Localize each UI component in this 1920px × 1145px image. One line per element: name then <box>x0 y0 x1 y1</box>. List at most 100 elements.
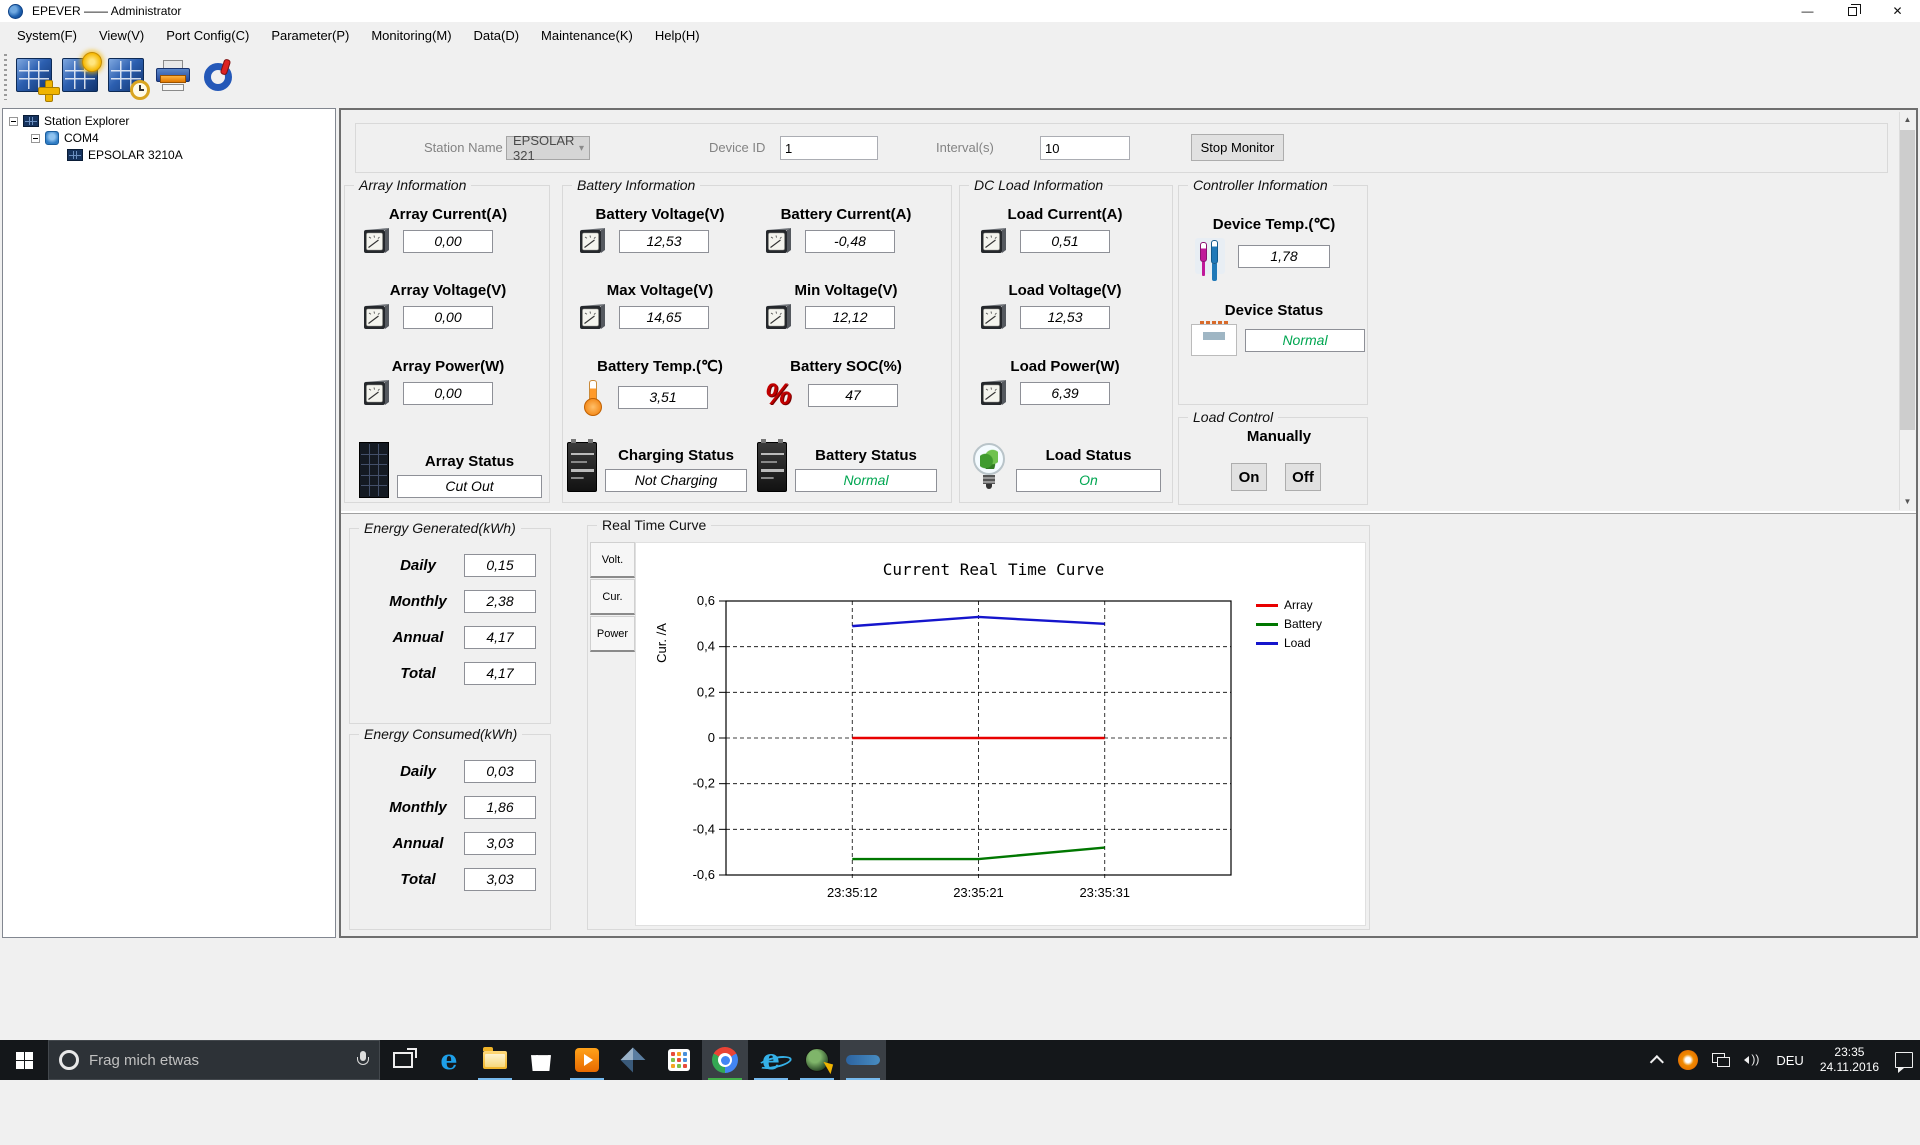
tree-item-epsolar-3210a[interactable]: EPSOLAR 3210A <box>67 147 183 163</box>
station-name-label: Station Name <box>424 140 503 155</box>
internet-explorer-icon: e <box>762 1043 780 1076</box>
menu-parameter[interactable]: Parameter(P) <box>260 24 360 47</box>
folder-icon <box>483 1047 507 1069</box>
tab-volt[interactable]: Volt. <box>590 542 635 578</box>
collapse-icon[interactable] <box>31 133 40 143</box>
tree-item-com4[interactable]: COM4 <box>31 130 99 146</box>
app-grid-icon <box>668 1049 690 1071</box>
tree-label: COM4 <box>64 131 99 145</box>
menu-help[interactable]: Help(H) <box>644 24 711 47</box>
taskbar-chrome[interactable] <box>702 1040 748 1080</box>
restore-button[interactable] <box>1830 0 1875 22</box>
annual-label: Annual <box>392 834 444 852</box>
window-title: EPEVER —— Administrator <box>32 4 182 18</box>
scrollbar-thumb[interactable] <box>1900 130 1915 430</box>
collapse-icon[interactable] <box>9 116 18 126</box>
load-power-value: 6,39 <box>1020 382 1110 405</box>
svg-text:23:35:21: 23:35:21 <box>953 885 1004 900</box>
device-icon <box>67 149 83 161</box>
menu-maintenance[interactable]: Maintenance(K) <box>530 24 644 47</box>
taskbar-file-explorer[interactable] <box>472 1040 518 1080</box>
minimize-button[interactable]: — <box>1785 0 1830 22</box>
load-off-button[interactable]: Off <box>1285 463 1321 491</box>
station-monitor-icon[interactable] <box>60 52 104 100</box>
tray-clock[interactable]: 23:35 24.11.2016 <box>1811 1045 1888 1075</box>
task-view-button[interactable] <box>380 1040 426 1080</box>
tray-date: 24.11.2016 <box>1819 1060 1879 1074</box>
percent-icon: % <box>765 378 792 411</box>
taskbar-edge[interactable]: e <box>426 1040 472 1080</box>
start-button[interactable] <box>0 1040 48 1080</box>
monthly-value: 1,86 <box>464 795 536 819</box>
load-status-label: Load Status <box>1045 447 1132 464</box>
energy-generated-group: Energy Generated(kWh) Daily 0,15 Monthly… <box>349 520 551 724</box>
stop-monitor-button[interactable]: Stop Monitor <box>1191 134 1284 161</box>
charging-status-label: Charging Status <box>618 447 734 464</box>
add-station-icon[interactable] <box>14 54 60 102</box>
svg-text:-0,6: -0,6 <box>693 867 715 882</box>
tab-cur[interactable]: Cur. <box>590 579 635 615</box>
menu-data[interactable]: Data(D) <box>463 24 531 47</box>
taskbar-store[interactable] <box>518 1040 564 1080</box>
menu-view[interactable]: View(V) <box>88 24 155 47</box>
taskbar-epever-app[interactable] <box>840 1040 886 1080</box>
daily-value: 0,15 <box>464 553 536 577</box>
app-logo-icon <box>8 3 23 19</box>
group-title: Controller Information <box>1188 177 1333 193</box>
vertical-scrollbar[interactable]: ▲ ▼ <box>1899 112 1915 510</box>
scroll-down-icon[interactable]: ▼ <box>1900 494 1915 510</box>
taskbar-media-player[interactable] <box>610 1040 656 1080</box>
taskbar-video-player[interactable] <box>564 1040 610 1080</box>
power-exit-icon[interactable] <box>198 54 242 100</box>
cortana-search-box[interactable] <box>48 1040 380 1080</box>
tray-volume[interactable] <box>1737 1040 1769 1080</box>
tree-item-station-explorer[interactable]: Station Explorer <box>9 113 129 129</box>
total-value: 3,03 <box>464 867 536 891</box>
tray-network[interactable] <box>1705 1040 1737 1080</box>
tray-action-center[interactable] <box>1888 1040 1920 1080</box>
taskbar-app-grid[interactable] <box>656 1040 702 1080</box>
total-label: Total <box>400 870 436 888</box>
tray-chevron-up[interactable] <box>1647 1040 1671 1080</box>
device-temp-label: Device Temp.(℃) <box>1212 216 1336 233</box>
menu-system[interactable]: System(F) <box>6 24 88 47</box>
edge-icon: e <box>440 1044 458 1076</box>
close-button[interactable]: ✕ <box>1875 0 1920 22</box>
meter-icon <box>579 304 606 331</box>
print-icon[interactable] <box>152 54 196 100</box>
battery-temp-value: 3,51 <box>618 385 708 409</box>
device-id-input[interactable] <box>780 136 878 160</box>
monthly-label: Monthly <box>389 798 447 816</box>
energy-row: Daily 0,03 <box>372 753 550 789</box>
scroll-up-icon[interactable]: ▲ <box>1900 112 1915 128</box>
meter-icon <box>765 228 792 255</box>
array-information-group: Array Information Array Current(A) 0,00 … <box>344 177 550 503</box>
tray-time: 23:35 <box>1834 1045 1865 1059</box>
load-on-button[interactable]: On <box>1231 463 1267 491</box>
meter-icon <box>579 228 606 255</box>
thermometer-icon <box>579 380 605 416</box>
monitor-panel: Station Name EPSOLAR 321 ▾ Device ID Int… <box>339 108 1918 938</box>
energy-row: Monthly 1,86 <box>372 789 550 825</box>
menu-monitoring[interactable]: Monitoring(M) <box>360 24 462 47</box>
microphone-icon[interactable] <box>357 1051 369 1069</box>
tray-antivirus[interactable] <box>1671 1040 1705 1080</box>
taskbar-internet-explorer[interactable]: e <box>748 1040 794 1080</box>
chrome-icon <box>712 1047 738 1073</box>
station-name-select[interactable]: EPSOLAR 321 ▾ <box>506 133 590 163</box>
tray-language[interactable]: DEU <box>1769 1040 1810 1080</box>
realtime-clock-icon[interactable] <box>106 54 150 100</box>
taskbar-downloader[interactable] <box>794 1040 840 1080</box>
battery-current-label: Battery Current(A) <box>780 206 912 223</box>
tab-power[interactable]: Power <box>590 616 635 652</box>
legend-swatch <box>1256 603 1278 607</box>
array-voltage-value: 0,00 <box>403 306 493 329</box>
interval-input[interactable] <box>1040 136 1130 160</box>
search-input[interactable] <box>89 1051 347 1069</box>
menu-port-config[interactable]: Port Config(C) <box>155 24 260 47</box>
load-power-label: Load Power(W) <box>1010 358 1120 375</box>
cortana-icon <box>59 1050 79 1070</box>
battery-status-label: Battery Status <box>815 447 917 464</box>
epever-logo-icon <box>846 1055 880 1065</box>
load-voltage-value: 12,53 <box>1020 306 1110 329</box>
